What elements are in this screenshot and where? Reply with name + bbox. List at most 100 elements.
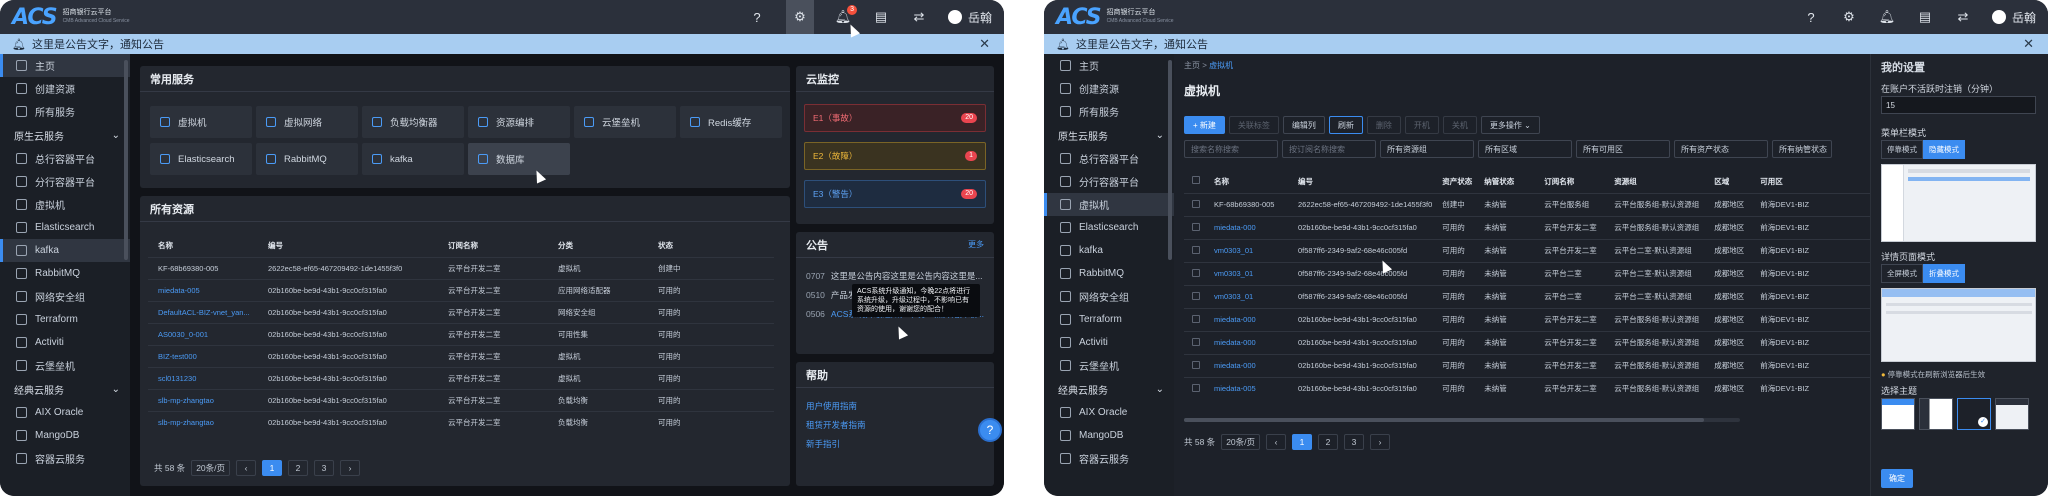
checkbox[interactable] <box>1192 337 1200 346</box>
table-cell[interactable]: KF-68b69380-005 <box>148 256 258 279</box>
service-vm[interactable]: 虚拟机 <box>150 106 252 138</box>
table-row[interactable]: KF-68b69380-005 2622ec58-ef65-467209492-1… <box>148 256 774 279</box>
col-name[interactable]: 名称 <box>1204 170 1288 193</box>
col-subscription[interactable]: 订阅名称 <box>438 234 548 257</box>
checkbox[interactable] <box>1192 199 1200 208</box>
edit-columns-button[interactable]: 编辑列 <box>1282 116 1325 134</box>
sidebar-item[interactable]: MangoDB <box>1044 424 1174 447</box>
new-button[interactable]: + 新建 <box>1184 116 1225 134</box>
col-subscription[interactable]: 订阅名称 <box>1534 170 1604 193</box>
table-row[interactable]: vm0303_01 0f587ff6-2349-9af2-68e46c005fd 可… <box>1184 261 1884 285</box>
row-checkbox-cell[interactable] <box>1184 215 1204 239</box>
more-actions-button[interactable]: 更多操作 ⌄ <box>1480 116 1540 134</box>
sidebar-item-home[interactable]: 主页 <box>0 54 130 77</box>
row-checkbox-cell[interactable] <box>1184 307 1204 331</box>
settings-gear-icon[interactable]: ⚙ <box>785 0 814 34</box>
table-row[interactable]: AS0030_0-001 02b160be-be9d-43b1-9cc0cf315… <box>148 322 774 345</box>
sidebar-item[interactable]: 容器云服务 <box>1044 447 1174 470</box>
table-row[interactable]: miedata-000 02b160be-be9d-43b1-9cc0cf315f… <box>1184 307 1884 331</box>
table-row[interactable]: miedata-000 02b160be-be9d-43b1-9cc0cf315f… <box>1184 353 1884 377</box>
sidebar-item[interactable]: Elasticsearch <box>0 216 130 239</box>
checkbox[interactable] <box>1192 176 1200 185</box>
checkbox[interactable] <box>1192 291 1200 300</box>
breadcrumb-item[interactable]: 主页 <box>1184 61 1200 70</box>
col-resource-group[interactable]: 资源组 <box>1604 170 1704 193</box>
timeout-input[interactable] <box>1881 96 2036 114</box>
sidebar-item[interactable]: Terraform <box>0 308 130 331</box>
more-link[interactable]: 更多 <box>968 239 984 250</box>
table-cell[interactable]: KF-68b69380-005 <box>1204 192 1288 216</box>
horizontal-scrollbar[interactable] <box>1184 418 1740 422</box>
service-rabbitmq[interactable]: RabbitMQ <box>256 143 358 175</box>
table-row[interactable]: vm0303_01 0f587ff6-2349-9af2-68e46c005fd 可… <box>1184 238 1884 262</box>
sidebar-item[interactable]: 云堡垒机 <box>0 354 130 377</box>
table-row[interactable]: miedata-000 02b160be-be9d-43b1-9cc0cf315f… <box>1184 215 1884 239</box>
switch-icon[interactable]: ⇄ <box>1954 8 1972 26</box>
power-on-button[interactable]: 开机 <box>1404 116 1439 134</box>
sidebar-scrollbar[interactable] <box>1168 60 1172 260</box>
theme-option[interactable] <box>1919 398 1953 430</box>
service-vnet[interactable]: 虚拟网络 <box>256 106 358 138</box>
resource-group-select[interactable]: 所有资源组 <box>1380 140 1474 158</box>
prev-page-button[interactable]: ‹ <box>236 460 257 476</box>
help-link[interactable]: 新手指引 <box>796 434 994 453</box>
sidebar-item-create[interactable]: 创建资源 <box>1044 77 1174 100</box>
table-cell[interactable]: vm0303_01 <box>1204 284 1288 308</box>
col-name[interactable]: 名称 <box>148 234 258 257</box>
page-size-select[interactable]: 20条/页 <box>1221 434 1261 450</box>
checkbox[interactable] <box>1192 222 1200 231</box>
sidebar-item[interactable]: Activiti <box>1044 331 1174 354</box>
sidebar-group-classic[interactable]: 经典云服务 ⌄ <box>1044 377 1174 401</box>
page-size-select[interactable]: 20条/页 <box>191 460 231 476</box>
theme-option[interactable] <box>1995 398 2029 430</box>
user-menu[interactable]: 岳翰 <box>1991 9 2036 26</box>
bell-icon[interactable]: 🔔︎ 3 <box>834 5 857 26</box>
table-cell[interactable]: miedata-005 <box>1204 376 1288 400</box>
row-checkbox-cell[interactable] <box>1184 353 1204 377</box>
table-cell[interactable]: miedata-000 <box>1204 215 1288 239</box>
sidebar-item[interactable]: AIX Oracle <box>1044 401 1174 424</box>
table-cell[interactable]: slb-mp-zhangtao <box>148 388 258 411</box>
sidebar-item-create[interactable]: 创建资源 <box>0 77 130 100</box>
help-float-button[interactable]: ? <box>978 418 1002 442</box>
table-row[interactable]: miedata-005 02b160be-be9d-43b1-9cc0cf315f… <box>1184 376 1884 400</box>
breadcrumb-item[interactable]: 虚拟机 <box>1209 61 1233 70</box>
sidebar-item[interactable]: Elasticsearch <box>1044 216 1174 239</box>
service-bastion[interactable]: 云堡垒机 <box>574 106 676 138</box>
select-all[interactable] <box>1184 170 1204 193</box>
logo[interactable]: ACS 招商银行云平台 CMB Advanced Cloud Service <box>12 5 130 30</box>
document-icon[interactable]: ▤ <box>1916 8 1934 26</box>
table-cell[interactable]: DefaultACL-BIZ-vnet_yan... <box>148 300 258 323</box>
service-lb[interactable]: 负载均衡器 <box>362 106 464 138</box>
help-icon[interactable]: ? <box>748 8 766 26</box>
row-checkbox-cell[interactable] <box>1184 376 1204 400</box>
sidebar-item[interactable]: 总行容器平台 <box>0 147 130 170</box>
next-page-button[interactable]: › <box>1370 434 1391 450</box>
table-cell[interactable]: slb-mp-zhangtao <box>148 410 258 433</box>
delete-button[interactable]: 删除 <box>1366 116 1401 134</box>
sidebar-item[interactable]: MangoDB <box>0 424 130 447</box>
fullscreen-mode-option[interactable]: 全屏模式 <box>1881 264 1923 283</box>
sidebar-group-native[interactable]: 原生云服务 ⌄ <box>0 123 130 147</box>
table-cell[interactable]: miedata-000 <box>1204 330 1288 354</box>
help-link[interactable]: 租赁开发者指南 <box>796 415 994 434</box>
service-es[interactable]: Elasticsearch <box>150 143 252 175</box>
table-cell[interactable]: BIZ-test000 <box>148 344 258 367</box>
announce-item[interactable]: 0707 这里是公告内容这里是公告内容这里是... <box>796 266 994 285</box>
tag-button[interactable]: 关联标签 <box>1228 116 1279 134</box>
table-row[interactable]: slb-mp-zhangtao 02b160be-be9d-43b1-9cc0cf… <box>148 410 774 433</box>
prev-page-button[interactable]: ‹ <box>1266 434 1287 450</box>
collapse-mode-option[interactable]: 折叠模式 <box>1923 264 1965 283</box>
table-row[interactable]: DefaultACL-BIZ-vnet_yan... 02b160be-be9d-… <box>148 300 774 323</box>
table-cell[interactable]: vm0303_01 <box>1204 261 1288 285</box>
monitor-e1[interactable]: E1（事故） 20 <box>804 104 986 132</box>
col-id[interactable]: 编号 <box>258 234 438 257</box>
sidebar-item[interactable]: 分行容器平台 <box>0 170 130 193</box>
table-row[interactable]: BIZ-test000 02b160be-be9d-43b1-9cc0cf315f… <box>148 344 774 367</box>
sidebar-group-native[interactable]: 原生云服务 ⌄ <box>1044 123 1174 147</box>
dock-mode-option[interactable]: 停靠模式 <box>1881 140 1923 159</box>
sidebar-item-kafka[interactable]: kafka <box>0 239 130 262</box>
page-button[interactable]: 2 <box>288 460 309 476</box>
close-icon[interactable]: ✕ <box>2023 36 2034 52</box>
sidebar-item-vm[interactable]: 虚拟机 <box>1044 193 1174 216</box>
